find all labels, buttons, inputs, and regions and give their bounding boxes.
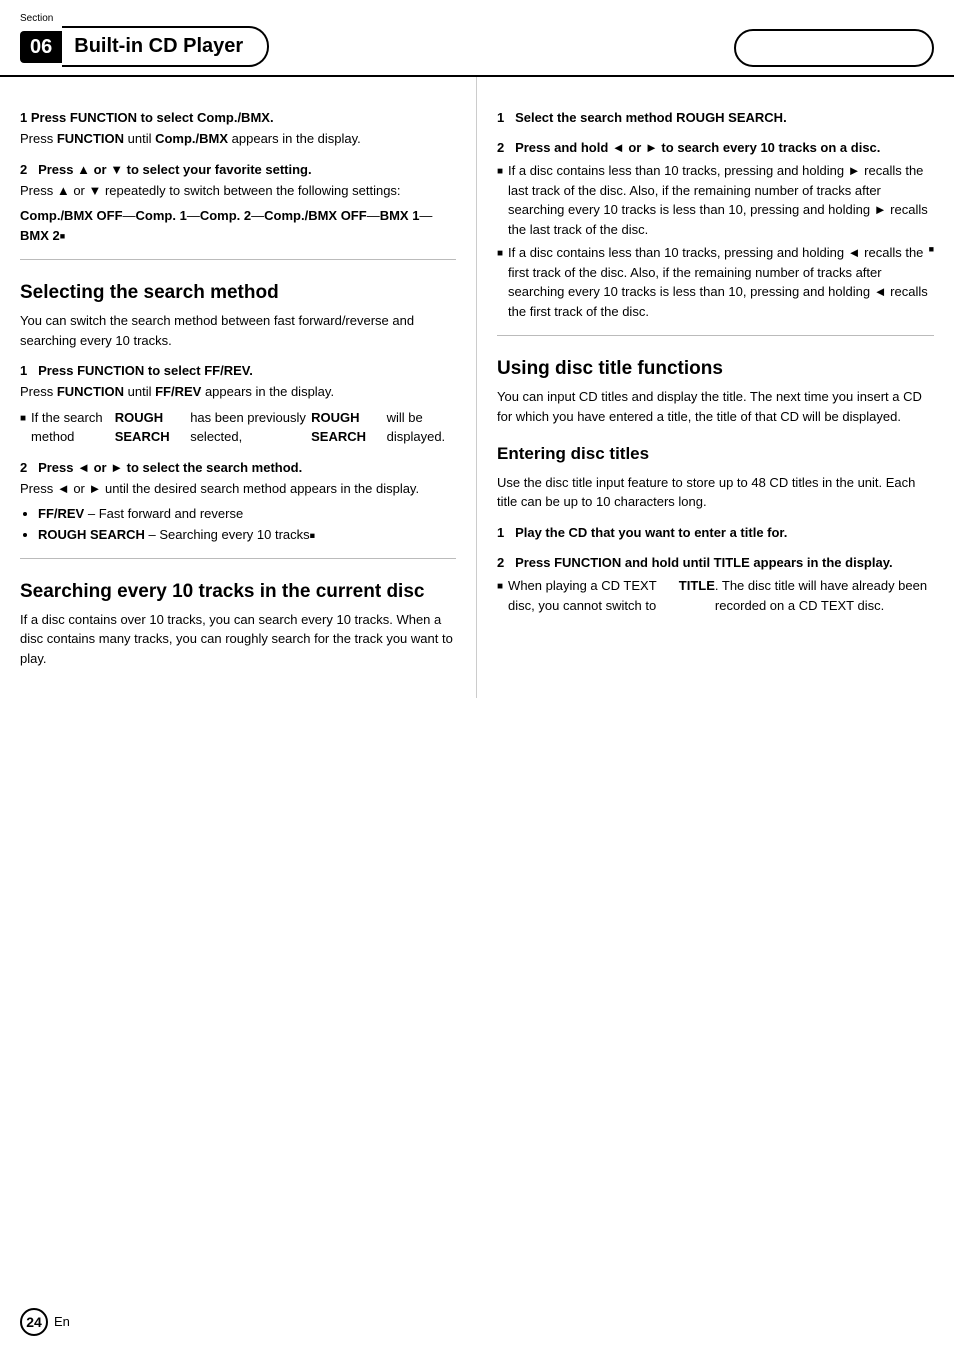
dt-step2-bullet: When playing a CD TEXT disc, you cannot …: [497, 576, 934, 615]
selecting-heading: Selecting the search method: [20, 282, 456, 305]
disc-title-heading: Using disc title functions: [497, 358, 934, 381]
selecting-intro: You can switch the search method between…: [20, 311, 456, 350]
entering-heading: Entering disc titles: [497, 442, 934, 467]
sel-bullet-1: FF/REV – Fast forward and reverse: [38, 505, 456, 523]
rs-bullet1: If a disc contains less than 10 tracks, …: [497, 161, 934, 239]
left-column: 1 Press FUNCTION to select Comp./BMX. Pr…: [0, 77, 477, 698]
page: Section 06 Built-in CD Player 1 Press FU…: [0, 0, 954, 1352]
rs-step1-heading: 1 Select the search method ROUGH SEARCH.: [497, 109, 934, 127]
sel-bullet-2: ROUGH SEARCH – Searching every 10 tracks…: [38, 526, 456, 544]
section-number: 06: [20, 31, 62, 63]
disc-title-intro: You can input CD titles and display the …: [497, 387, 934, 426]
divider3: [497, 335, 934, 336]
disc-title-block: Using disc title functions You can input…: [497, 358, 934, 615]
comp-step2-body: Press ▲ or ▼ repeatedly to switch betwee…: [20, 181, 456, 201]
rough-search-block: 1 Select the search method ROUGH SEARCH.…: [497, 109, 934, 321]
searching-heading: Searching every 10 tracks in the current…: [20, 581, 456, 604]
sel-step1-heading: 1 Press FUNCTION to select FF/REV.: [20, 362, 456, 380]
rs-step2-heading: 2 Press and hold ◄ or ► to search every …: [497, 139, 934, 157]
sel-step1-body1: Press FUNCTION until FF/REV appears in t…: [20, 382, 456, 402]
sel-bullet-list: FF/REV – Fast forward and reverse ROUGH …: [38, 505, 456, 544]
right-column: 1 Select the search method ROUGH SEARCH.…: [477, 77, 954, 698]
rs-bullet2: If a disc contains less than 10 tracks, …: [497, 243, 934, 321]
sel-step2-body: Press ◄ or ► until the desired search me…: [20, 479, 456, 499]
comp-step2-heading: 2 Press ▲ or ▼ to select your favorite s…: [20, 161, 456, 179]
comp-step1-heading: 1 Press FUNCTION to select Comp./BMX.: [20, 109, 456, 127]
dt-step1-heading: 1 Play the CD that you want to enter a t…: [497, 524, 934, 542]
main-content: 1 Press FUNCTION to select Comp./BMX. Pr…: [0, 77, 954, 698]
sel-step2-heading: 2 Press ◄ or ► to select the search meth…: [20, 459, 456, 477]
divider2: [20, 558, 456, 559]
sel-step1-note: If the search method ROUGH SEARCH has be…: [20, 408, 456, 447]
section-title: Built-in CD Player: [62, 26, 269, 67]
section-label: Section: [20, 12, 53, 27]
header-oval: [734, 29, 934, 67]
page-number: 24: [20, 1308, 48, 1336]
dt-step2-heading: 2 Press FUNCTION and hold until TITLE ap…: [497, 554, 934, 572]
language-label: En: [54, 1313, 70, 1332]
searching-block: Searching every 10 tracks in the current…: [20, 581, 456, 668]
comp-bmx-block: 1 Press FUNCTION to select Comp./BMX. Pr…: [20, 109, 456, 245]
divider1: [20, 259, 456, 260]
comp-step1-body: Press FUNCTION until Comp./BMX appears i…: [20, 129, 456, 149]
searching-intro: If a disc contains over 10 tracks, you c…: [20, 610, 456, 669]
selecting-search-block: Selecting the search method You can swit…: [20, 282, 456, 544]
entering-intro: Use the disc title input feature to stor…: [497, 473, 934, 512]
footer: 24 En: [20, 1308, 70, 1336]
comp-settings: Comp./BMX OFF—Comp. 1—Comp. 2—Comp./BMX …: [20, 206, 456, 245]
